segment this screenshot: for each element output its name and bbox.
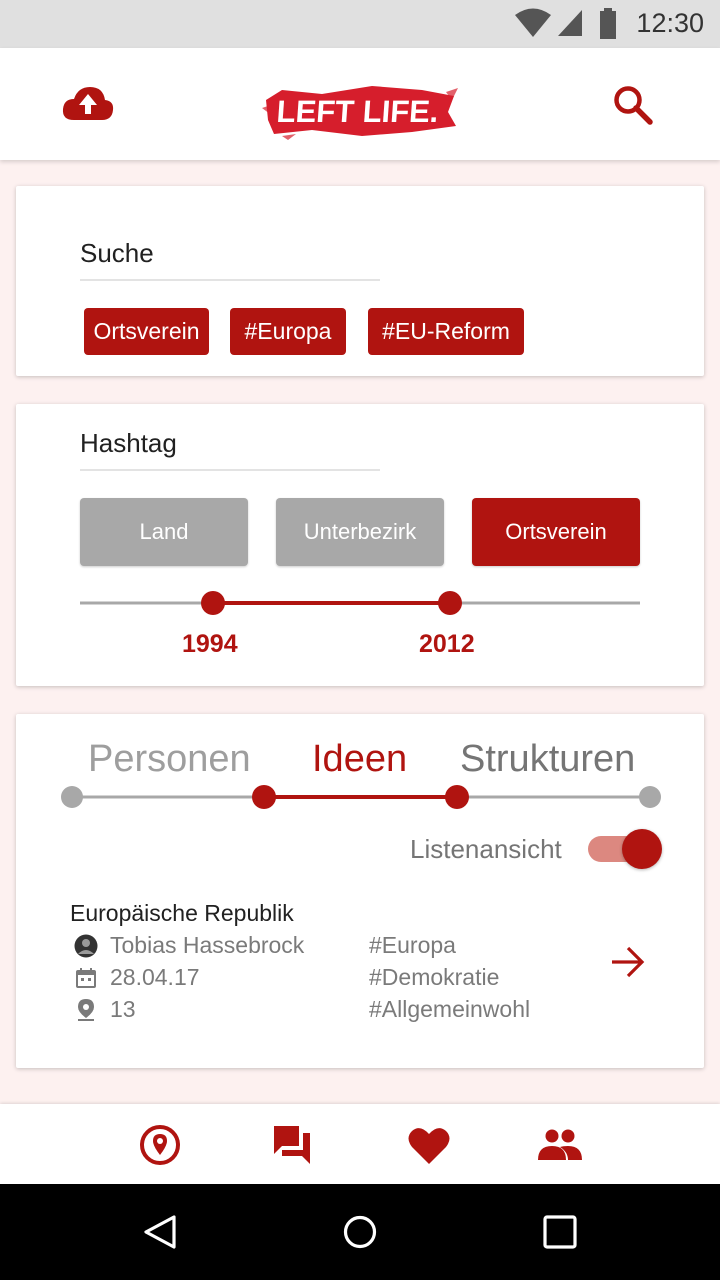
search-field-underline [80,279,380,281]
app-bar: LEFT LIFE. [0,48,720,160]
signal-icon [558,10,582,36]
avatar [74,934,98,958]
tab-strukturen[interactable]: Strukturen [460,738,635,781]
idea-author: Tobias Hassebrock [110,932,305,958]
level-button-unterbezirk[interactable]: Unterbezirk [276,498,444,566]
chip-eu-reform[interactable]: #EU-Reform [368,308,524,355]
home-icon[interactable] [342,1214,378,1250]
tab-personen[interactable]: Personen [88,738,251,781]
system-navigation-bar [0,1184,720,1280]
level-button-ortsverein[interactable]: Ortsverein [472,498,640,566]
forum-icon[interactable] [269,1122,315,1168]
tab-ideen[interactable]: Ideen [312,738,407,781]
slider-thumb-end[interactable] [438,591,462,615]
search-field-label[interactable]: Suche [80,238,154,269]
tab-stepper [61,785,661,809]
hashtag-field-underline [80,469,380,471]
logo-text: LEFT LIFE. [276,94,440,129]
hashtag-card: Hashtag Land Unterbezirk Ortsverein 1994… [16,404,704,686]
chip-europa[interactable]: #Europa [230,308,346,355]
status-time: 12:30 [636,8,704,38]
year-from-label: 1994 [182,630,238,658]
year-to-label: 2012 [419,630,475,658]
list-view-label: Listenansicht [410,834,562,864]
location-pin-icon [78,999,94,1021]
level-button-land[interactable]: Land [80,498,248,566]
arrow-right-icon[interactable] [608,942,648,982]
back-icon[interactable] [142,1214,178,1250]
idea-date: 28.04.17 [110,964,200,990]
cloud-upload-icon[interactable] [62,86,114,122]
chip-ortsverein[interactable]: Ortsverein [84,308,209,355]
recents-icon[interactable] [542,1214,578,1250]
idea-tag[interactable]: #Europa [369,932,456,959]
idea-location: 13 [110,996,136,1022]
calendar-icon [76,968,96,988]
idea-title[interactable]: Europäische Republik [70,900,294,927]
year-range-slider[interactable] [16,584,704,624]
battery-icon [600,8,616,39]
people-icon[interactable] [537,1122,583,1168]
list-view-toggle-knob[interactable] [622,829,662,869]
bottom-navigation [0,1104,720,1184]
place-icon[interactable] [137,1122,183,1168]
idea-tag[interactable]: #Allgemeinwohl [369,996,530,1023]
wifi-icon [515,8,551,37]
left-life-logo: LEFT LIFE. [262,86,458,140]
search-card: Suche Ortsverein #Europa #EU-Reform [16,186,704,376]
content-card: Personen Ideen Strukturen Listenansicht … [16,714,704,1068]
hashtag-field-label[interactable]: Hashtag [80,428,177,459]
status-bar: 12:30 [0,0,720,48]
slider-thumb-start[interactable] [201,591,225,615]
idea-tag[interactable]: #Demokratie [369,964,499,991]
search-icon[interactable] [612,84,654,126]
heart-icon[interactable] [406,1122,452,1168]
